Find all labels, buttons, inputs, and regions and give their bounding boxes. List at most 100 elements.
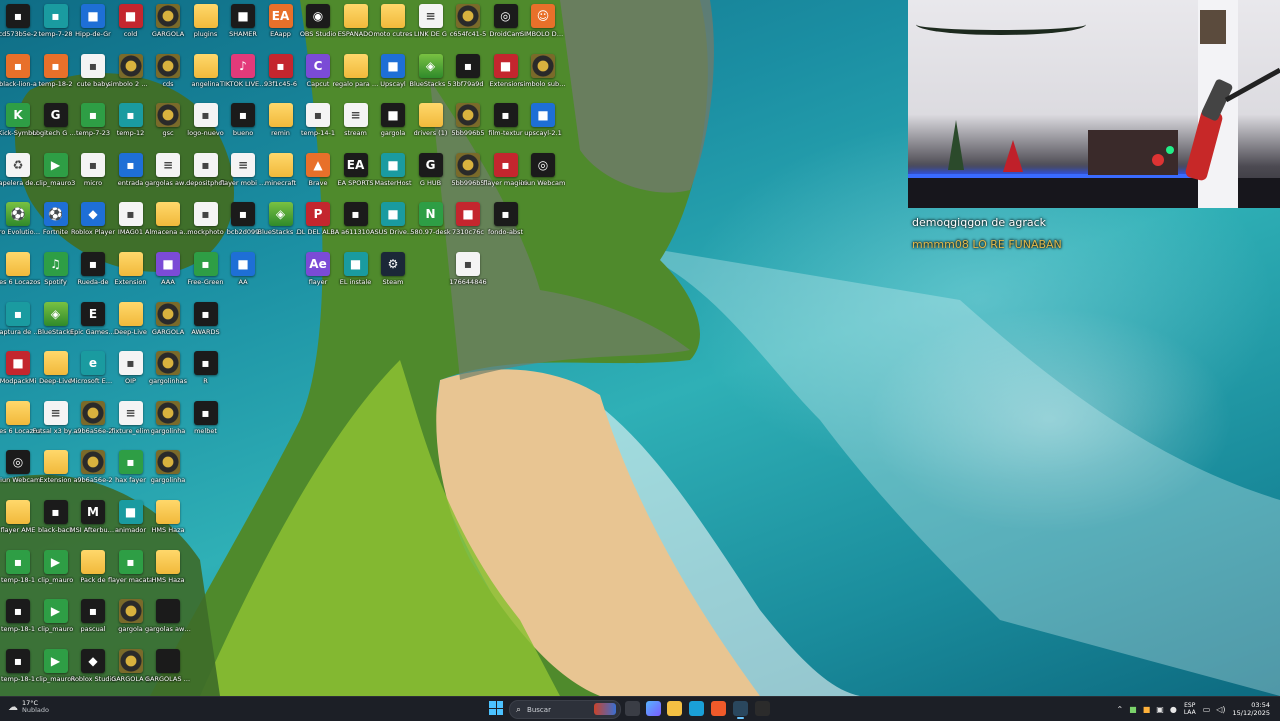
app-icon: ■ [231, 252, 255, 276]
desktop-icon[interactable]: HMS Haza [145, 548, 191, 596]
image-file-icon: ▪ [118, 450, 143, 475]
folder-icon [343, 4, 368, 28]
desktop-icon[interactable]: ☺ SIMBOLO DE SUB [520, 2, 566, 50]
image-file-icon: ▪ [193, 252, 218, 276]
desktop-icon-label: 176644846 [449, 278, 487, 286]
image-file-icon: ▪ [118, 351, 143, 376]
image-file-icon: ▪ [493, 152, 518, 177]
folder-icon [381, 4, 405, 28]
monkey-icon: ☺ [531, 4, 555, 28]
video-file-icon: ▶ [43, 549, 68, 574]
desktop-icon[interactable]: gargolas awards [145, 597, 191, 645]
gold-logo-icon [156, 301, 180, 326]
image-file-icon: ▪ [193, 202, 218, 227]
gold-logo-icon [156, 351, 180, 376]
lang-bottom: LAA [1183, 709, 1196, 716]
folder-icon [156, 202, 180, 227]
gold-logo-icon [156, 400, 180, 425]
desktop-icon[interactable]: ▪ 176644846 [445, 250, 491, 298]
brave-icon[interactable] [711, 701, 726, 716]
document-icon: ≡ [43, 400, 68, 425]
spotify-icon: ♫ [43, 252, 68, 276]
document-icon: ≡ [418, 4, 443, 28]
image-file-icon: ▪ [43, 500, 68, 524]
desktop-icon[interactable]: ⚙ Steam [370, 250, 416, 298]
steam-icon: ⚙ [381, 252, 405, 276]
clock-date: 15/12/2025 [1232, 709, 1270, 717]
obs-icon[interactable] [755, 701, 770, 716]
folder-icon [156, 549, 180, 574]
gold-logo-icon [456, 4, 480, 28]
microphone-icon[interactable]: ● [1170, 705, 1177, 714]
windows-logo-q4 [496, 708, 503, 715]
desktop-icon[interactable]: ■ AA [220, 250, 266, 298]
volume-icon[interactable]: ◁) [1216, 705, 1225, 714]
image-file-icon: ▪ [193, 301, 218, 326]
desktop-icon[interactable]: gargolinha [145, 448, 191, 496]
chat-user: demoqgiqgon de agrack [912, 216, 1047, 229]
image-file-icon: ▪ [493, 103, 518, 128]
image-file-icon: ▪ [118, 103, 143, 128]
desktop-icon[interactable]: ▪ melbet [183, 399, 229, 447]
tray-app-icon-2[interactable]: ■ [1143, 705, 1151, 714]
folder-icon [6, 252, 30, 276]
bluestacks-icon: ◈ [43, 301, 68, 326]
desktop-icon[interactable]: GARGOLAS AWARDS [145, 647, 191, 695]
desktop-icon[interactable]: simbolo sub pibla [520, 52, 566, 100]
desktop-icon[interactable]: ▪ AWARDS [183, 300, 229, 348]
image-file-icon: ▪ [343, 202, 368, 227]
desktop-icon[interactable]: ◎ iriun Webcam [520, 151, 566, 199]
desktop-icon[interactable]: ▪ R [183, 349, 229, 397]
folder-icon [43, 450, 68, 475]
image-file-icon: ▪ [456, 53, 480, 78]
search-icon: ⌕ [516, 704, 522, 715]
edge-icon: e [81, 351, 105, 376]
folder-icon [118, 301, 143, 326]
tray-app-icon-1[interactable]: ■ [1129, 705, 1137, 714]
clock[interactable]: 03:54 15/12/2025 [1233, 701, 1270, 717]
image-file-icon: ▪ [43, 4, 68, 28]
tray-app-icon-3[interactable]: ▣ [1156, 705, 1164, 714]
widgets-icon[interactable] [646, 701, 661, 716]
droidcam-icon: ◎ [493, 4, 518, 28]
language-indicator[interactable]: ESP LAA [1184, 702, 1196, 716]
folder-icon [6, 400, 30, 425]
file-explorer-icon[interactable] [667, 701, 682, 716]
taskbar-search[interactable]: ⌕ Buscar [509, 700, 621, 719]
chat-message-2: mmmm08 LO RE FUNABAN [912, 238, 1062, 251]
desktop-icon-label: Steam [382, 278, 404, 286]
gold-logo-icon [456, 103, 480, 128]
desktop-icon-label: fondo-abst [488, 228, 523, 237]
gold-logo-icon [156, 53, 180, 78]
desktop-icon-label: HMS Haza [151, 575, 185, 584]
app-icon: ■ [531, 103, 555, 128]
game-icon: ⚽ [43, 202, 68, 227]
chevron-up-icon[interactable]: ⌃ [1116, 705, 1123, 714]
document-icon: ≡ [343, 103, 368, 128]
game-icon: ⚽ [6, 202, 30, 227]
app-icon: ■ [118, 4, 143, 28]
desktop-icon[interactable]: ■ upscayl-2.1 [520, 101, 566, 149]
webcam-overlay [908, 0, 1280, 208]
network-icon[interactable]: ▭ [1203, 705, 1211, 714]
image-file-icon: ▪ [6, 549, 30, 574]
gold-logo-icon [456, 152, 480, 177]
windows-logo-q2 [496, 701, 503, 708]
app-icon: ■ [6, 351, 30, 376]
weather-widget[interactable]: ☁ 17°C Nublado [8, 700, 49, 714]
clock-time: 03:54 [1251, 701, 1270, 709]
steam-icon[interactable] [733, 701, 748, 719]
weather-condition: Nublado [22, 706, 49, 714]
image-file-icon: ▪ [118, 549, 143, 574]
desktop-icon[interactable]: HMS Haza [145, 498, 191, 546]
desktop-icon[interactable]: ▪ fondo-abst [483, 200, 529, 248]
image-file-icon: ▪ [81, 252, 105, 276]
windows-logo-q1 [489, 701, 496, 708]
edge-icon[interactable] [689, 701, 704, 716]
gold-logo-icon [156, 103, 180, 128]
start-button[interactable] [489, 701, 503, 715]
image-file-icon: ▪ [193, 103, 218, 128]
kick-icon: K [6, 103, 30, 128]
task-view-icon[interactable] [625, 701, 640, 716]
webcam-icon: ◎ [6, 450, 30, 475]
